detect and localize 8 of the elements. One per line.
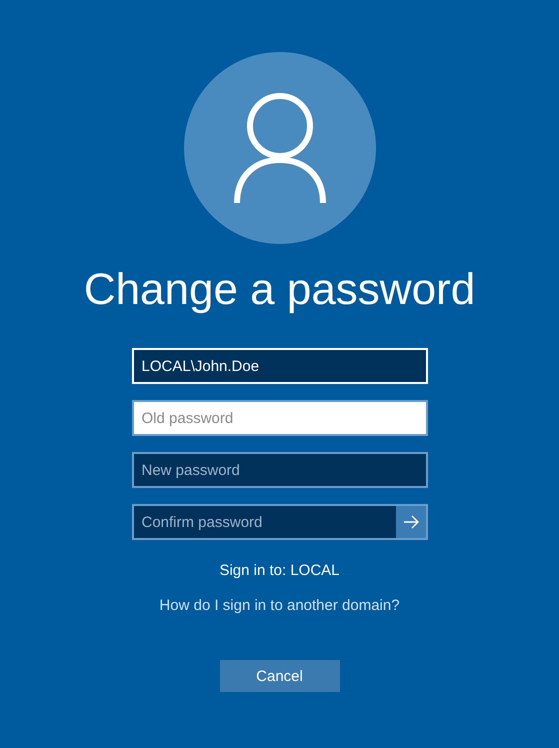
domain-label: Sign in to: LOCAL bbox=[219, 562, 340, 579]
help-link[interactable]: How do I sign in to another domain? bbox=[159, 597, 400, 614]
cancel-button[interactable]: Cancel bbox=[220, 660, 340, 692]
page-title: Change a password bbox=[84, 264, 476, 316]
input-field[interactable]: Old password bbox=[132, 400, 428, 436]
user-icon bbox=[234, 90, 326, 206]
input-field[interactable]: LOCAL\John.Doe bbox=[132, 348, 428, 384]
input-field[interactable]: New password bbox=[132, 452, 428, 488]
